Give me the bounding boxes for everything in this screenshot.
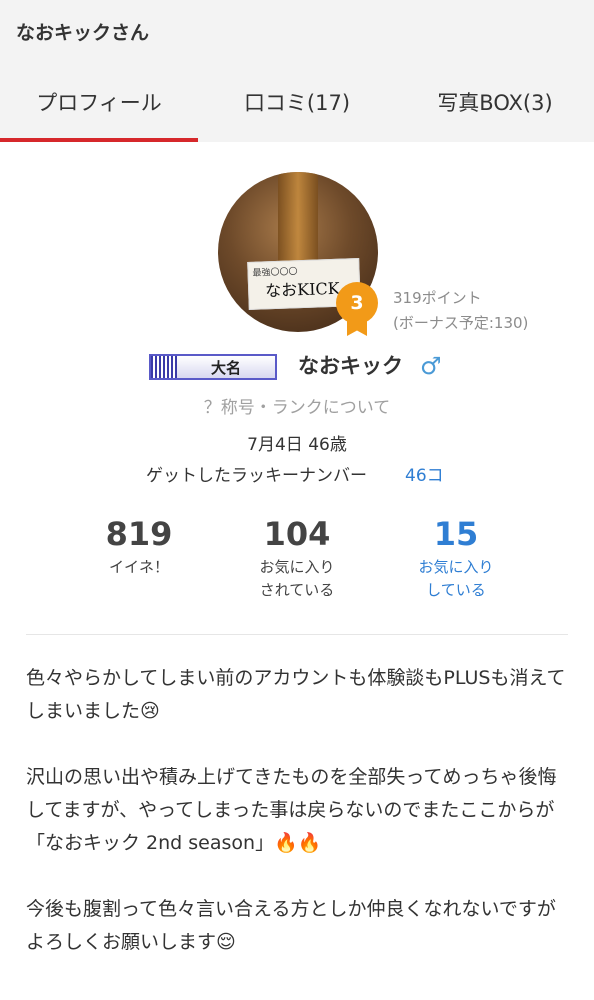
active-tab-indicator	[0, 138, 198, 142]
avatar-card-name: なおKICK	[264, 278, 340, 301]
intro-paragraph: 今後も腹割って色々言い合える方としか仲良くなれないですがよろしくお願いします😌	[26, 898, 556, 953]
rank-info-link[interactable]: ？称号・ランクについて	[0, 393, 594, 418]
tab-bar: プロフィール 口コミ(17) 写真BOX(3)	[0, 62, 594, 142]
tab-reviews[interactable]: 口コミ(17)	[198, 62, 396, 142]
stat-likes: 819 イイネ！	[69, 514, 209, 579]
stat-value: 819	[105, 515, 173, 553]
divider	[26, 634, 568, 635]
tab-photo-box[interactable]: 写真BOX(3)	[396, 62, 594, 142]
bonus-points: (ボーナス予定:130)	[393, 314, 529, 332]
stat-favoriting[interactable]: 15 お気に入り している	[386, 514, 526, 602]
rank-number: 3	[336, 282, 378, 324]
page-title: なおキックさん	[16, 22, 150, 44]
header-bar: なおキックさん	[0, 0, 594, 62]
stat-label: イイネ！	[108, 558, 169, 576]
title-badge-text: 大名	[210, 358, 241, 377]
tab-profile[interactable]: プロフィール	[0, 62, 198, 142]
title-badge: 大名	[149, 354, 277, 380]
stat-value: 15	[433, 515, 479, 553]
intro-paragraph: 沢山の思い出や積み上げてきたものを全部失ってめっちゃ後悔してますが、やってしまっ…	[26, 766, 557, 854]
points-block: 319ポイント (ボーナス予定:130)	[393, 286, 528, 336]
stat-favorited-by: 104 お気に入り されている	[227, 514, 367, 602]
intro-paragraph: 色々やらかしてしまい前のアカウントも体験談もPLUSも消えてしまいました😢	[26, 667, 566, 722]
title-badge-stripe	[151, 356, 177, 378]
stat-label: お気に入り	[259, 558, 335, 576]
male-icon: ♂	[420, 352, 442, 380]
points-value: 319ポイント	[393, 289, 482, 307]
stat-label-2: されている	[259, 581, 335, 599]
stat-label-2: している	[426, 581, 486, 599]
self-introduction: 色々やらかしてしまい前のアカウントも体験談もPLUSも消えてしまいました😢 沢山…	[26, 662, 571, 959]
lucky-number-count[interactable]: 46コ	[405, 461, 444, 486]
lucky-number-label: ゲットしたラッキーナンバー	[146, 466, 367, 486]
username: なおキック	[298, 354, 403, 378]
stat-label: お気に入り	[418, 558, 494, 576]
rank-badge: 3	[336, 282, 378, 338]
stat-value: 104	[263, 515, 331, 553]
birthday-age: 7月4日 46歳	[247, 435, 347, 455]
